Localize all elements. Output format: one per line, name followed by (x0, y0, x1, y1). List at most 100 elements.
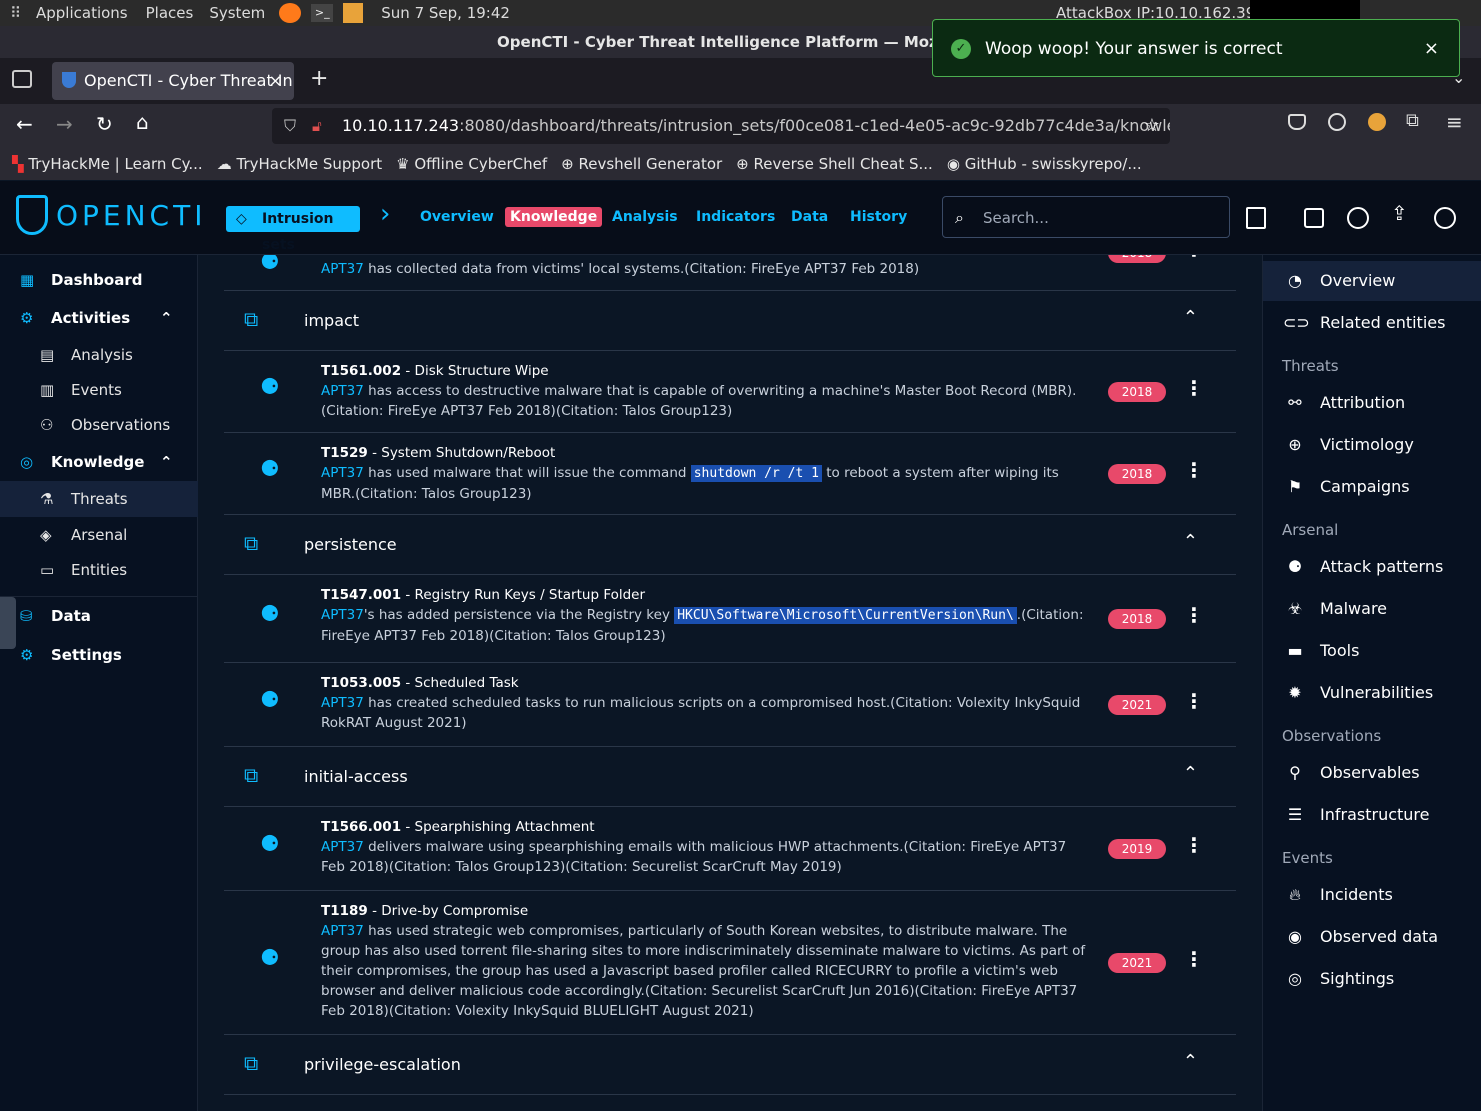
list-item[interactable]: ⚈ T1547.001 - Registry Run Keys / Startup… (224, 575, 1236, 663)
user-account-icon[interactable] (1434, 207, 1456, 229)
list-item[interactable]: ⚈ APT37 has collected data from victims'… (224, 255, 1236, 291)
reload-icon[interactable]: ↻ (96, 112, 113, 136)
sidebar-item-threats[interactable]: ⚗ Threats (0, 481, 198, 517)
tab-overview-icon[interactable] (12, 70, 32, 88)
bookmark-github[interactable]: ◉ GitHub - swisskyrepo/... (947, 155, 1142, 173)
tab-history[interactable]: History (850, 209, 907, 225)
opencti-logo-text[interactable]: OPENCTI (56, 199, 206, 232)
bookmark-revshell[interactable]: ⊕ Revshell Generator (561, 155, 722, 173)
nav-item[interactable]: ☰ Infrastructure (1263, 795, 1481, 835)
home-icon[interactable]: ⌂ (136, 110, 149, 134)
sidebar-item-events[interactable]: ▥ Events (0, 372, 198, 408)
bookmark-cyberchef[interactable]: ♛ Offline CyberChef (396, 155, 547, 173)
chevron-up-icon[interactable]: ⌃ (1183, 763, 1198, 784)
shield-icon[interactable]: ⛉ (284, 108, 296, 144)
sidebar-item-dashboard[interactable]: ▦ Dashboard (0, 262, 198, 298)
bookmark-tryhackme[interactable]: ▚ TryHackMe | Learn Cy... (12, 155, 203, 173)
compass-icon[interactable] (1347, 207, 1369, 229)
new-tab-icon[interactable]: + (310, 66, 328, 91)
tab-data[interactable]: Data (791, 209, 828, 225)
nav-item[interactable]: ◎ Sightings (1263, 959, 1481, 999)
nav-item[interactable]: ▬ Tools (1263, 631, 1481, 671)
actor-link[interactable]: APT37 (321, 839, 364, 855)
sidebar-item-knowledge[interactable]: ◎ Knowledge ⌃ (0, 444, 198, 480)
more-vert-icon[interactable]: ⋮ (1184, 460, 1204, 480)
search-input[interactable]: ⌕ Search... (942, 196, 1230, 238)
nav-item[interactable]: ☣ Malware (1263, 589, 1481, 629)
bookmark-star-icon[interactable]: ☆ (1144, 108, 1160, 144)
chevron-up-icon[interactable]: ⌃ (1183, 1051, 1198, 1072)
bookmark-reverse-shell[interactable]: ⊕ Reverse Shell Cheat S... (736, 155, 933, 173)
tab-overview[interactable]: Overview (420, 209, 494, 225)
actor-link[interactable]: APT37 (321, 383, 364, 399)
more-vert-icon[interactable]: ⋮ (1184, 949, 1204, 969)
list-item[interactable]: ⚈ T1053.005 - Scheduled Task APT37 has cre… (224, 663, 1236, 747)
sidebar-item-settings[interactable]: ⚙ Settings (0, 637, 198, 673)
actor-link[interactable]: APT37 (321, 923, 364, 939)
os-menu-applications[interactable]: Applications (36, 4, 128, 22)
kill-chain-phase-header[interactable]: ⧉ impact ⌃ (224, 291, 1236, 351)
sidebar-item-data[interactable]: ⛁ Data (0, 598, 198, 634)
open-in-new-icon[interactable]: ⧉ (244, 1051, 258, 1075)
editor-icon[interactable] (343, 3, 364, 23)
sidebar-item-activities[interactable]: ⚙ Activities ⌃ (0, 300, 198, 336)
account-icon[interactable] (1328, 113, 1346, 131)
more-vert-icon[interactable]: ⋮ (1184, 691, 1204, 711)
url-bar[interactable]: ⛉ 🔓︎ 10.10.117.243:8080/dashboard/threat… (272, 108, 1170, 144)
nav-item[interactable]: ⊕ Victimology (1263, 425, 1481, 465)
hamburger-menu-icon[interactable]: ≡ (1446, 110, 1463, 134)
apps-grid-icon[interactable]: ⠿ (10, 4, 30, 22)
pocket-icon[interactable] (1288, 114, 1306, 130)
sidebar-item-observations[interactable]: ⚇ Observations (0, 407, 198, 443)
sidebar-collapse-handle[interactable] (0, 597, 16, 649)
firefox-icon[interactable] (279, 3, 302, 23)
open-in-new-icon[interactable]: ⧉ (244, 763, 258, 787)
open-in-new-icon[interactable]: ⧉ (244, 307, 258, 331)
dashboard-chart-icon[interactable] (1304, 208, 1324, 228)
nav-item[interactable]: ◉ Observed data (1263, 917, 1481, 957)
more-vert-icon[interactable]: ⋮ (1184, 378, 1204, 398)
sidebar-item-entities[interactable]: ▭ Entities (0, 552, 198, 588)
forward-arrow-icon[interactable]: → (56, 112, 73, 136)
os-menu-system[interactable]: System (209, 4, 265, 22)
chevron-up-icon[interactable]: ⌃ (1183, 531, 1198, 552)
opencti-logo-icon[interactable] (16, 195, 48, 235)
kill-chain-phase-header[interactable]: ⧉ persistence ⌃ (224, 515, 1236, 575)
chevron-up-icon[interactable]: ⌃ (160, 300, 173, 336)
extensions-puzzle-icon[interactable]: ⧉ (1406, 110, 1419, 131)
nav-related-entities[interactable]: ⊂⊃ Related entities (1263, 303, 1481, 343)
kill-chain-phase-header[interactable]: ⧉ privilege-escalation ⌃ (224, 1035, 1236, 1095)
nav-item[interactable]: ⚯ Attribution (1263, 383, 1481, 423)
actor-link[interactable]: APT37 (321, 695, 364, 711)
lock-insecure-icon[interactable]: 🔓︎ (312, 108, 322, 144)
bookmark-support[interactable]: ☁ TryHackMe Support (217, 155, 382, 173)
nav-item[interactable]: ⚑ Campaigns (1263, 467, 1481, 507)
nav-item[interactable]: ⚈ Attack patterns (1263, 547, 1481, 587)
tab-analysis[interactable]: Analysis (612, 209, 678, 225)
more-vert-icon[interactable]: ⋮ (1184, 605, 1204, 625)
terminal-icon[interactable]: >_ (311, 4, 334, 22)
nav-item[interactable]: ⚲ Observables (1263, 753, 1481, 793)
more-vert-icon[interactable]: ⋮ (1184, 835, 1204, 855)
actor-link[interactable]: APT37 (321, 607, 364, 623)
upload-icon[interactable]: ⇪ (1391, 201, 1408, 225)
chevron-up-icon[interactable]: ⌃ (1183, 307, 1198, 328)
chevron-up-icon[interactable]: ⌃ (160, 444, 173, 480)
extension-fox-icon[interactable] (1368, 113, 1386, 131)
list-item[interactable]: ⚈ T1561.002 - Disk Structure Wipe APT37 ha… (224, 351, 1236, 433)
search-file-icon[interactable] (1246, 207, 1266, 229)
list-item[interactable]: ⚈ T1189 - Drive-by Compromise APT37 has us… (224, 891, 1236, 1035)
entity-type-chip[interactable]: ◇ Intrusion sets (226, 206, 360, 253)
list-item[interactable]: ⚈ T1529 - System Shutdown/Reboot APT37 has… (224, 433, 1236, 515)
back-arrow-icon[interactable]: ← (16, 112, 33, 136)
tab-knowledge[interactable]: Knowledge (505, 207, 603, 227)
kill-chain-phase-header[interactable]: ⧉ initial-access ⌃ (224, 747, 1236, 807)
actor-link[interactable]: APT37 (321, 261, 364, 277)
sidebar-item-analysis[interactable]: ▤ Analysis (0, 337, 198, 373)
more-vert-icon[interactable]: ⋮ (1184, 255, 1204, 259)
list-item[interactable]: ⚈ T1566.001 - Spearphishing Attachment APT… (224, 807, 1236, 891)
sidebar-item-arsenal[interactable]: ◈ Arsenal (0, 517, 198, 553)
nav-overview[interactable]: ◔ Overview (1263, 261, 1481, 301)
open-in-new-icon[interactable]: ⧉ (244, 531, 258, 555)
nav-item[interactable]: ✹ Vulnerabilities (1263, 673, 1481, 713)
